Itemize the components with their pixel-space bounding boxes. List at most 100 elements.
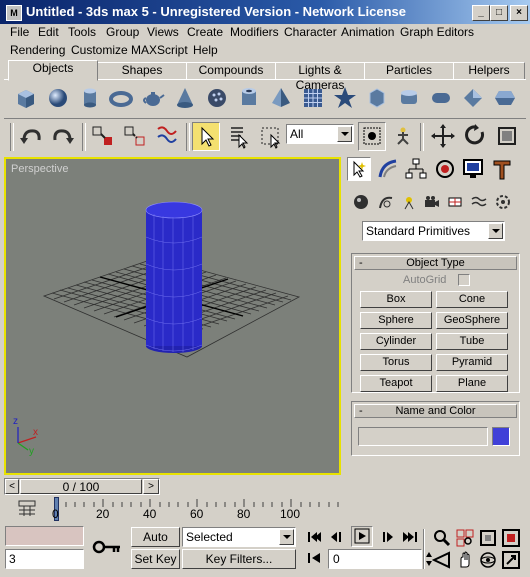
name-color-header[interactable]: - Name and Color <box>354 404 517 418</box>
maximize-button[interactable]: □ <box>490 5 508 21</box>
next-frame-button[interactable]: > <box>143 479 159 494</box>
set-key-button[interactable]: Set Key <box>131 549 180 569</box>
track-bar-toggle-icon[interactable] <box>16 498 38 520</box>
tab-helpers[interactable]: Helpers <box>453 62 525 80</box>
frame-display[interactable]: 0 / 100 <box>20 479 142 494</box>
cylinder-object[interactable] <box>145 201 203 353</box>
object-type-header[interactable]: - Object Type <box>354 256 517 270</box>
tab-shapes[interactable]: Shapes <box>97 62 187 80</box>
menu-customize[interactable]: Customize <box>71 43 128 57</box>
chevron-down-icon[interactable] <box>488 223 503 239</box>
systems-icon[interactable] <box>494 193 512 211</box>
key-mode-toggle-icon[interactable] <box>306 550 322 566</box>
close-button[interactable]: × <box>510 5 528 21</box>
unlink-selection-icon[interactable] <box>122 123 148 149</box>
hedra-icon[interactable] <box>332 85 358 111</box>
time-slider[interactable]: < 0 / 100 > <box>4 478 160 495</box>
auto-key-button[interactable]: Auto Key <box>131 527 180 562</box>
box-icon[interactable] <box>13 85 39 111</box>
spindle-icon[interactable] <box>460 85 486 111</box>
menu-rendering[interactable]: Rendering <box>10 43 65 57</box>
zoom-extents-all-icon[interactable] <box>501 528 521 548</box>
geometry-icon[interactable] <box>352 193 370 211</box>
menu-tools[interactable]: Tools <box>68 25 96 39</box>
tab-compounds[interactable]: Compounds <box>186 62 276 80</box>
minimize-button[interactable]: _ <box>472 5 490 21</box>
track-bar[interactable]: 0 20 40 60 80 100 <box>52 497 526 521</box>
prev-frame-button[interactable]: < <box>5 479 19 494</box>
teapot-button[interactable]: Teapot <box>360 375 432 392</box>
menu-file[interactable]: File <box>10 25 29 39</box>
capsule-icon[interactable] <box>428 85 454 111</box>
display-panel-icon[interactable] <box>461 157 485 181</box>
next-frame-icon[interactable] <box>378 528 396 546</box>
cylinder-button[interactable]: Cylinder <box>360 333 432 350</box>
bone-tools-icon[interactable] <box>390 123 416 149</box>
bind-to-space-warp-icon[interactable] <box>154 123 180 149</box>
modify-panel-icon[interactable] <box>376 157 400 181</box>
motion-panel-icon[interactable] <box>433 157 457 181</box>
tube-icon[interactable] <box>236 85 262 111</box>
cone-button[interactable]: Cone <box>436 291 508 308</box>
plane-button[interactable]: Plane <box>436 375 508 392</box>
min-max-toggle-icon[interactable] <box>501 550 521 570</box>
arc-rotate-icon[interactable] <box>478 550 498 570</box>
torus-icon[interactable] <box>108 85 134 111</box>
select-by-name-icon[interactable] <box>225 123 251 149</box>
category-dropdown[interactable]: Standard Primitives <box>362 221 505 241</box>
chevron-down-icon[interactable] <box>337 126 352 142</box>
toolbar-grip[interactable] <box>10 123 14 151</box>
select-and-window-button[interactable] <box>358 122 386 151</box>
tube-button[interactable]: Tube <box>436 333 508 350</box>
play-button[interactable] <box>351 526 373 547</box>
menu-animation[interactable]: Animation <box>341 25 394 39</box>
cylinder-icon[interactable] <box>77 85 103 111</box>
zoom-all-icon[interactable] <box>455 528 475 548</box>
chamferbox-icon[interactable] <box>364 85 390 111</box>
current-frame-field[interactable]: 0 <box>328 549 422 569</box>
pyramid-icon[interactable] <box>268 85 294 111</box>
undo-icon[interactable] <box>18 123 44 149</box>
go-to-end-icon[interactable] <box>401 528 423 546</box>
torus-button[interactable]: Torus <box>360 354 432 371</box>
key-mode-dropdown[interactable]: Selected <box>182 527 296 547</box>
menu-graph-editors[interactable]: Graph Editors <box>400 25 474 39</box>
pyramid-button[interactable]: Pyramid <box>436 354 508 371</box>
hierarchy-panel-icon[interactable] <box>404 157 428 181</box>
sphere-button[interactable]: Sphere <box>360 312 432 329</box>
tab-lights-cameras[interactable]: Lights & Cameras <box>275 62 365 92</box>
zoom-icon[interactable] <box>432 528 452 548</box>
move-icon[interactable] <box>430 123 456 149</box>
key-icon[interactable] <box>92 538 122 558</box>
field-of-view-icon[interactable] <box>432 550 452 570</box>
utilities-panel-icon[interactable] <box>490 157 514 181</box>
app-icon[interactable]: M <box>6 5 22 21</box>
object-name-field[interactable] <box>358 427 488 446</box>
zoom-extents-icon[interactable] <box>478 528 498 548</box>
helpers-icon[interactable] <box>446 193 464 211</box>
cameras-icon[interactable] <box>423 193 441 211</box>
shapes-icon[interactable] <box>377 193 395 211</box>
object-color-swatch[interactable] <box>492 427 510 446</box>
space-warps-icon[interactable] <box>470 193 488 211</box>
menu-help[interactable]: Help <box>193 43 218 57</box>
geosphere-button[interactable]: GeoSphere <box>436 312 508 329</box>
menu-character[interactable]: Character <box>284 25 337 39</box>
select-object-button[interactable] <box>192 122 220 151</box>
redo-icon[interactable] <box>50 123 76 149</box>
plane-icon[interactable] <box>300 85 326 111</box>
teapot-icon[interactable] <box>140 85 166 111</box>
lights-icon[interactable] <box>400 193 418 211</box>
menu-create[interactable]: Create <box>187 25 223 39</box>
select-and-link-icon[interactable] <box>90 123 116 149</box>
autogrid-checkbox[interactable] <box>458 274 470 286</box>
region-selection-icon[interactable] <box>257 123 283 149</box>
tab-objects[interactable]: Objects <box>8 60 98 81</box>
menu-edit[interactable]: Edit <box>38 25 59 39</box>
tab-particles[interactable]: Particles <box>364 62 454 80</box>
rotate-icon[interactable] <box>462 123 488 149</box>
gengon-icon[interactable] <box>492 85 518 111</box>
chevron-down-icon[interactable] <box>279 529 294 545</box>
menu-maxscript[interactable]: MAXScript <box>131 43 188 57</box>
previous-frame-icon[interactable] <box>328 528 346 546</box>
